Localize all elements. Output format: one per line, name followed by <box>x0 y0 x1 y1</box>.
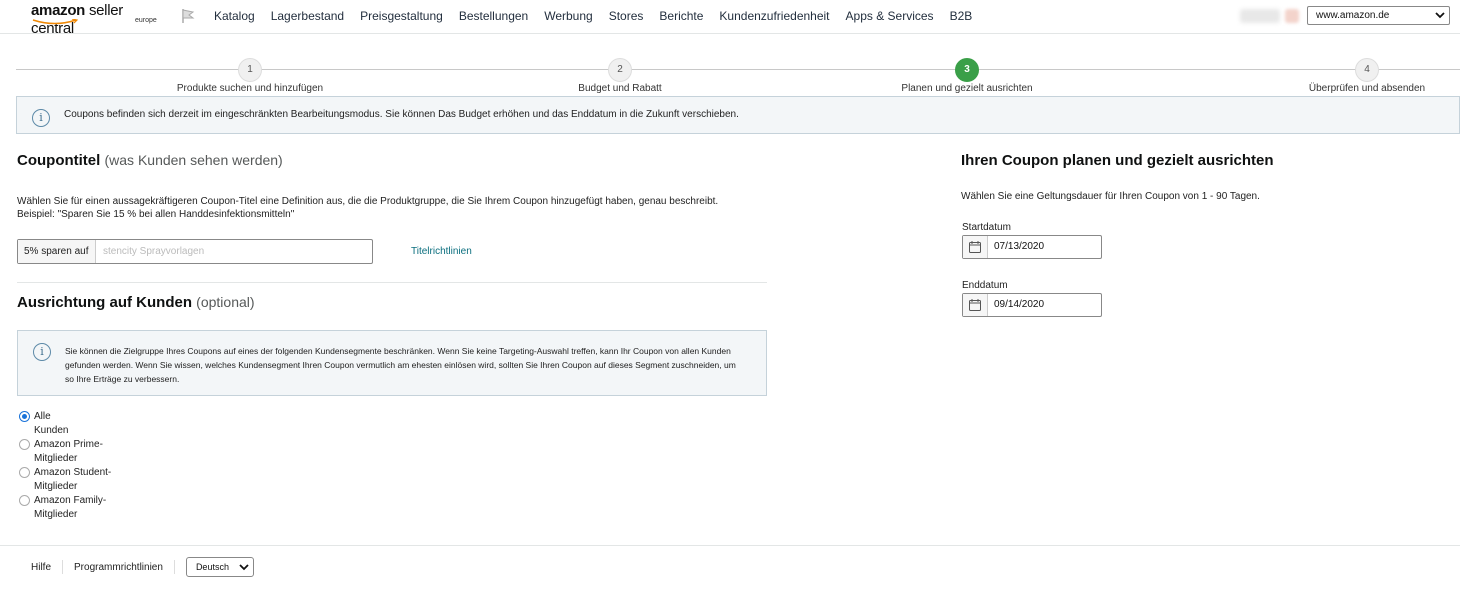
step-2-circle: 2 <box>608 58 632 82</box>
schedule-heading: Ihren Coupon planen und gezielt ausricht… <box>961 152 1274 169</box>
footer-help-link[interactable]: Hilfe <box>31 562 51 573</box>
step-3-label: Planen und gezielt ausrichten <box>901 83 1033 94</box>
restricted-edit-banner: i Coupons befinden sich derzeit im einge… <box>16 96 1460 134</box>
step-1-circle: 1 <box>238 58 262 82</box>
coupon-title-prefix: 5% sparen auf <box>18 240 96 263</box>
marketplace-select[interactable]: www.amazon.de <box>1307 6 1450 25</box>
coupon-title-heading: Coupontitel (was Kunden sehen werden) <box>17 152 283 169</box>
account-name-redacted[interactable] <box>1240 9 1280 23</box>
footer-separator <box>173 560 175 574</box>
step-2-label: Budget und Rabatt <box>578 83 662 94</box>
radio-button[interactable] <box>19 411 30 422</box>
radio-option-prime-members[interactable]: Amazon Prime- Mitglieder <box>19 438 124 466</box>
end-date-field[interactable]: 09/14/2020 <box>962 293 1102 317</box>
calendar-icon[interactable] <box>963 236 988 258</box>
chevron-down-icon <box>239 564 249 571</box>
nav-lagerbestand[interactable]: Lagerbestand <box>271 9 344 23</box>
schedule-description: Wählen Sie eine Geltungsdauer für Ihren … <box>961 191 1260 202</box>
coupon-title-input[interactable] <box>100 242 368 261</box>
account-badge-redacted[interactable] <box>1285 9 1299 23</box>
footer-separator <box>62 560 64 574</box>
stepper-track <box>16 69 1460 70</box>
coupon-title-field: 5% sparen auf <box>17 239 373 264</box>
chevron-down-icon <box>1435 12 1445 19</box>
radio-label[interactable]: Alle Kunden <box>34 410 124 438</box>
section-divider <box>17 282 767 283</box>
calendar-icon[interactable] <box>963 294 988 316</box>
amazon-smile-icon <box>32 19 78 25</box>
coupon-title-description: Wählen Sie für einen aussagekräftigeren … <box>17 196 719 220</box>
radio-option-student-members[interactable]: Amazon Student- Mitglieder <box>19 466 124 494</box>
radio-label[interactable]: Amazon Family- Mitglieder <box>34 494 124 522</box>
footer-divider <box>0 545 1460 546</box>
radio-label[interactable]: Amazon Prime- Mitglieder <box>34 438 124 466</box>
radio-option-family-members[interactable]: Amazon Family- Mitglieder <box>19 494 124 522</box>
nav-werbung[interactable]: Werbung <box>544 9 592 23</box>
start-date-value: 07/13/2020 <box>994 241 1045 252</box>
radio-option-all-customers[interactable]: Alle Kunden <box>19 410 124 438</box>
banner-message: Coupons befinden sich derzeit im eingesc… <box>64 109 739 120</box>
radio-button[interactable] <box>19 439 30 450</box>
nav-bestellungen[interactable]: Bestellungen <box>459 9 528 23</box>
step-3-circle-active: 3 <box>955 58 979 82</box>
title-guidelines-link[interactable]: Titelrichtlinien <box>411 246 472 257</box>
flag-icon[interactable] <box>180 8 196 24</box>
footer-policies-link[interactable]: Programmrichtlinien <box>74 562 163 573</box>
marketplace-value: www.amazon.de <box>1316 10 1390 21</box>
step-4-label: Überprüfen und absenden <box>1308 83 1426 94</box>
footer: Hilfe Programmrichtlinien Deutsch <box>31 557 254 577</box>
info-icon: i <box>32 109 50 127</box>
targeting-info-box: i Sie können die Zielgruppe Ihres Coupon… <box>17 330 767 396</box>
radio-label[interactable]: Amazon Student- Mitglieder <box>34 466 124 494</box>
seller-central-logo[interactable]: amazon seller central europe <box>31 2 161 37</box>
step-1-label: Produkte suchen und hinzufügen <box>176 83 324 94</box>
nav-katalog[interactable]: Katalog <box>214 9 255 23</box>
start-date-field[interactable]: 07/13/2020 <box>962 235 1102 259</box>
info-icon: i <box>33 343 51 361</box>
nav-stores[interactable]: Stores <box>609 9 644 23</box>
start-date-label: Startdatum <box>962 222 1011 233</box>
nav-b2b[interactable]: B2B <box>950 9 973 23</box>
targeting-info-message: Sie können die Zielgruppe Ihres Coupons … <box>65 346 736 384</box>
step-4-circle: 4 <box>1355 58 1379 82</box>
nav-apps-services[interactable]: Apps & Services <box>846 9 934 23</box>
top-navigation-bar: amazon seller central europe Katalog Lag… <box>0 0 1460 37</box>
radio-button[interactable] <box>19 495 30 506</box>
logo-region: europe <box>135 17 157 24</box>
language-select[interactable]: Deutsch <box>185 557 254 577</box>
end-date-value: 09/14/2020 <box>994 299 1045 310</box>
nav-berichte[interactable]: Berichte <box>659 9 703 23</box>
end-date-label: Enddatum <box>962 280 1008 291</box>
targeting-heading: Ausrichtung auf Kunden (optional) <box>17 294 255 311</box>
nav-preisgestaltung[interactable]: Preisgestaltung <box>360 9 443 23</box>
radio-button[interactable] <box>19 467 30 478</box>
nav-kundenzufriedenheit[interactable]: Kundenzufriedenheit <box>719 9 829 23</box>
main-nav: Katalog Lagerbestand Preisgestaltung Bes… <box>214 9 988 23</box>
language-value: Deutsch <box>195 562 229 572</box>
